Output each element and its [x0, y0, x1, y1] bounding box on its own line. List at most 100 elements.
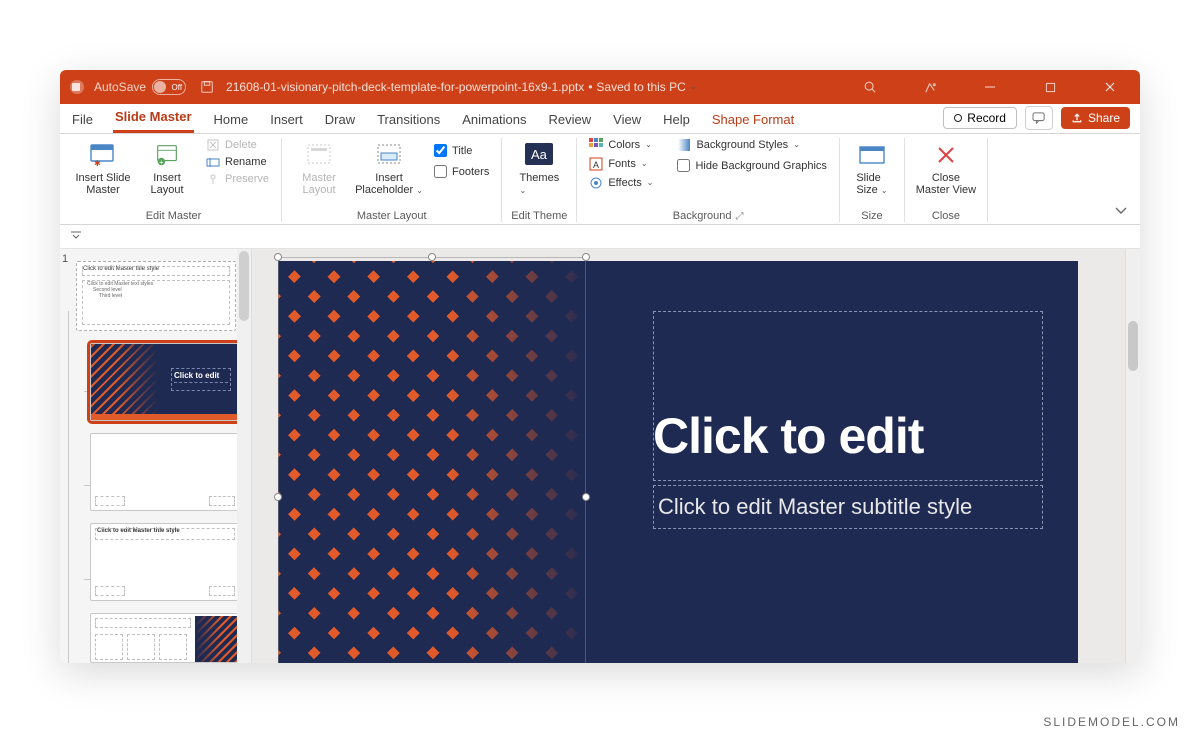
document-title[interactable]: 21608-01-visionary-pitch-deck-template-f…: [226, 80, 696, 94]
tab-shape-format[interactable]: Shape Format: [710, 112, 796, 133]
edit-master-mini-stack: Delete Rename Preserve: [202, 138, 273, 186]
title-checkbox[interactable]: Title: [430, 142, 493, 159]
chevron-down-icon: ⌄: [793, 140, 800, 149]
ribbon: ✱ Insert Slide Master + Insert Layout De…: [60, 134, 1140, 225]
search-button[interactable]: [854, 73, 886, 101]
save-button[interactable]: [196, 80, 218, 94]
canvas-scrollbar[interactable]: [1125, 249, 1140, 663]
group-label: Close: [932, 210, 960, 222]
tab-file[interactable]: File: [70, 112, 95, 133]
tab-animations[interactable]: Animations: [460, 112, 528, 133]
title-text[interactable]: Click to edit: [653, 407, 1053, 465]
svg-text:+: +: [159, 157, 163, 166]
share-button[interactable]: Share: [1061, 107, 1130, 129]
close-master-view-button[interactable]: Close Master View: [913, 138, 979, 196]
comments-button[interactable]: [1025, 106, 1053, 130]
chevron-down-icon: ⌄: [519, 186, 526, 195]
master-layout-icon: [302, 140, 336, 170]
selected-shape-frame[interactable]: [278, 257, 586, 663]
ribbon-collapse-button[interactable]: [1114, 204, 1128, 218]
effects-icon: [589, 176, 603, 190]
group-close: Close Master View Close: [905, 138, 988, 222]
rename-icon: [206, 155, 220, 169]
tab-insert[interactable]: Insert: [268, 112, 305, 133]
powerpoint-window: AutoSave Off 21608-01-visionary-pitch-de…: [60, 70, 1140, 663]
insert-slide-master-button[interactable]: ✱ Insert Slide Master: [74, 138, 132, 196]
insert-placeholder-button[interactable]: Insert Placeholder ⌄: [354, 138, 424, 196]
colors-icon: [589, 138, 603, 152]
slide-canvas-area[interactable]: Click to edit Click to edit Master subti…: [252, 249, 1140, 663]
effects-button[interactable]: Effects⌄: [585, 176, 657, 190]
ribbon-tabs: File Slide Master Home Insert Draw Trans…: [60, 104, 1140, 134]
group-edit-theme: Aa Themes⌄ Edit Theme: [502, 138, 577, 222]
chevron-down-icon: ⌄: [416, 186, 423, 195]
minimize-button[interactable]: [974, 73, 1006, 101]
svg-text:✱: ✱: [94, 159, 101, 168]
layout-thumbnail[interactable]: [90, 433, 240, 511]
group-label: Master Layout: [357, 210, 427, 222]
group-label: Size: [861, 210, 882, 222]
svg-text:A: A: [593, 160, 599, 170]
group-label: Edit Master: [146, 210, 202, 222]
insert-placeholder-icon: [372, 140, 406, 170]
preserve-button: Preserve: [202, 172, 273, 186]
tab-home[interactable]: Home: [212, 112, 251, 133]
thumbnails-scrollbar[interactable]: [237, 249, 251, 663]
themes-button[interactable]: Aa Themes⌄: [510, 138, 568, 196]
chevron-down-icon: ⌄: [690, 82, 697, 91]
tab-draw[interactable]: Draw: [323, 112, 357, 133]
record-icon: [954, 114, 962, 122]
tab-transitions[interactable]: Transitions: [375, 112, 442, 133]
subtitle-placeholder[interactable]: Click to edit Master subtitle style: [653, 485, 1043, 529]
themes-icon: Aa: [522, 140, 556, 170]
close-window-button[interactable]: [1094, 73, 1126, 101]
watermark: SLIDEMODEL.COM: [1043, 715, 1180, 729]
chevron-down-icon: ⌄: [647, 178, 654, 187]
record-button[interactable]: Record: [943, 107, 1017, 129]
layout-thumbnails-pane[interactable]: 1 Click to edit Master title style Click…: [60, 249, 252, 663]
tab-review[interactable]: Review: [547, 112, 594, 133]
fonts-button[interactable]: A Fonts⌄: [585, 157, 657, 171]
tab-help[interactable]: Help: [661, 112, 692, 133]
insert-layout-button[interactable]: + Insert Layout: [138, 138, 196, 196]
background-styles-button[interactable]: Background Styles⌄: [673, 138, 830, 152]
slide-size-button[interactable]: Slide Size ⌄: [848, 138, 896, 196]
powerpoint-app-icon: [66, 76, 88, 98]
delete-button: Delete: [202, 138, 273, 152]
account-button[interactable]: [914, 73, 946, 101]
toggle-off-icon: Off: [152, 79, 186, 95]
preserve-icon: [206, 172, 220, 186]
quick-access-bar: [60, 225, 1140, 249]
insert-layout-icon: +: [150, 140, 184, 170]
group-master-layout: Master Layout Insert Placeholder ⌄ Title…: [282, 138, 502, 222]
delete-icon: [206, 138, 220, 152]
scrollbar-thumb[interactable]: [1128, 321, 1138, 371]
footers-checkbox[interactable]: Footers: [430, 163, 493, 180]
slide-master-thumbnail[interactable]: Click to edit Master title style Click t…: [76, 261, 236, 331]
dialog-launcher-icon[interactable]: ⤢: [735, 211, 743, 222]
rename-button[interactable]: Rename: [202, 155, 273, 169]
titlebar: AutoSave Off 21608-01-visionary-pitch-de…: [60, 70, 1140, 104]
chevron-down-icon: ⌄: [645, 140, 652, 149]
fonts-icon: A: [589, 157, 603, 171]
close-icon: [929, 140, 963, 170]
group-size: Slide Size ⌄ Size: [840, 138, 905, 222]
maximize-button[interactable]: [1034, 73, 1066, 101]
tab-view[interactable]: View: [611, 112, 643, 133]
layout-thumbnail[interactable]: [90, 613, 240, 663]
layout-thumbnail[interactable]: Click to edit Master title style: [90, 523, 240, 601]
chevron-down-icon: ⌄: [641, 159, 648, 168]
group-label: Background: [673, 210, 732, 222]
colors-button[interactable]: Colors⌄: [585, 138, 657, 152]
layout-thumbnail[interactable]: Click to edit: [90, 343, 240, 421]
hide-bg-graphics-checkbox[interactable]: Hide Background Graphics: [673, 157, 830, 174]
autosave-label: AutoSave: [94, 80, 146, 94]
master-layout-button: Master Layout: [290, 138, 348, 196]
svg-text:Aa: Aa: [531, 147, 548, 162]
autosave-toggle[interactable]: AutoSave Off: [94, 79, 186, 95]
group-label: Edit Theme: [511, 210, 567, 222]
tab-slide-master[interactable]: Slide Master: [113, 109, 194, 133]
qat-customize-button[interactable]: [70, 230, 82, 243]
master-number: 1: [62, 253, 68, 265]
chevron-down-icon: ⌄: [881, 186, 888, 195]
